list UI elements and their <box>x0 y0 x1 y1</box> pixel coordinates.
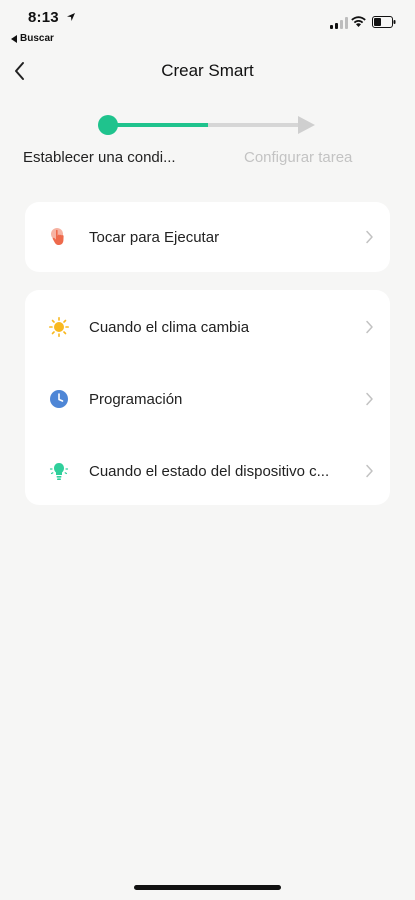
condition-label: Tocar para Ejecutar <box>89 228 220 246</box>
battery-icon <box>372 16 396 28</box>
location-arrow-icon <box>67 13 75 21</box>
chevron-right-icon <box>366 320 373 334</box>
step-label-task: Configurar tarea <box>244 149 353 166</box>
condition-tap-to-run[interactable]: Tocar para Ejecutar <box>25 202 390 272</box>
status-bar: 8:13 Buscar <box>0 0 415 46</box>
tap-hand-icon <box>51 228 64 245</box>
condition-schedule[interactable]: Programación <box>25 364 390 434</box>
page-title: Crear Smart <box>161 61 254 80</box>
condition-device-status-changes[interactable]: Cuando el estado del dispositivo c... <box>25 436 390 506</box>
back-to-app-link[interactable]: Buscar <box>11 33 54 44</box>
stepper-progress-line <box>108 123 208 127</box>
back-app-label: Buscar <box>20 33 54 44</box>
condition-label: Cuando el clima cambia <box>89 318 250 336</box>
chevron-right-icon <box>366 464 373 478</box>
condition-label: Programación <box>89 390 183 408</box>
chevron-right-icon <box>366 392 373 406</box>
condition-label: Cuando el estado del dispositivo c... <box>89 462 330 480</box>
status-time: 8:13 <box>28 9 59 26</box>
condition-card-manual: Tocar para Ejecutar <box>25 202 390 272</box>
cellular-signal-icon <box>330 17 348 29</box>
condition-card-automatic: Cuando el clima cambia Programación Cuan… <box>25 290 390 505</box>
device-bulb-icon <box>49 463 69 480</box>
clock-icon <box>50 390 68 408</box>
condition-weather-changes[interactable]: Cuando el clima cambia <box>25 292 390 362</box>
stepper-remaining-line <box>208 123 300 127</box>
chevron-right-icon <box>366 230 373 244</box>
home-indicator[interactable] <box>134 885 281 890</box>
stepper-current-dot <box>98 115 118 135</box>
wifi-icon <box>351 16 366 27</box>
step-label-condition: Establecer una condi... <box>23 149 176 166</box>
progress-stepper <box>0 110 415 140</box>
stepper-arrow-icon <box>298 116 315 134</box>
sun-icon <box>49 317 69 337</box>
back-triangle-icon <box>11 34 17 43</box>
